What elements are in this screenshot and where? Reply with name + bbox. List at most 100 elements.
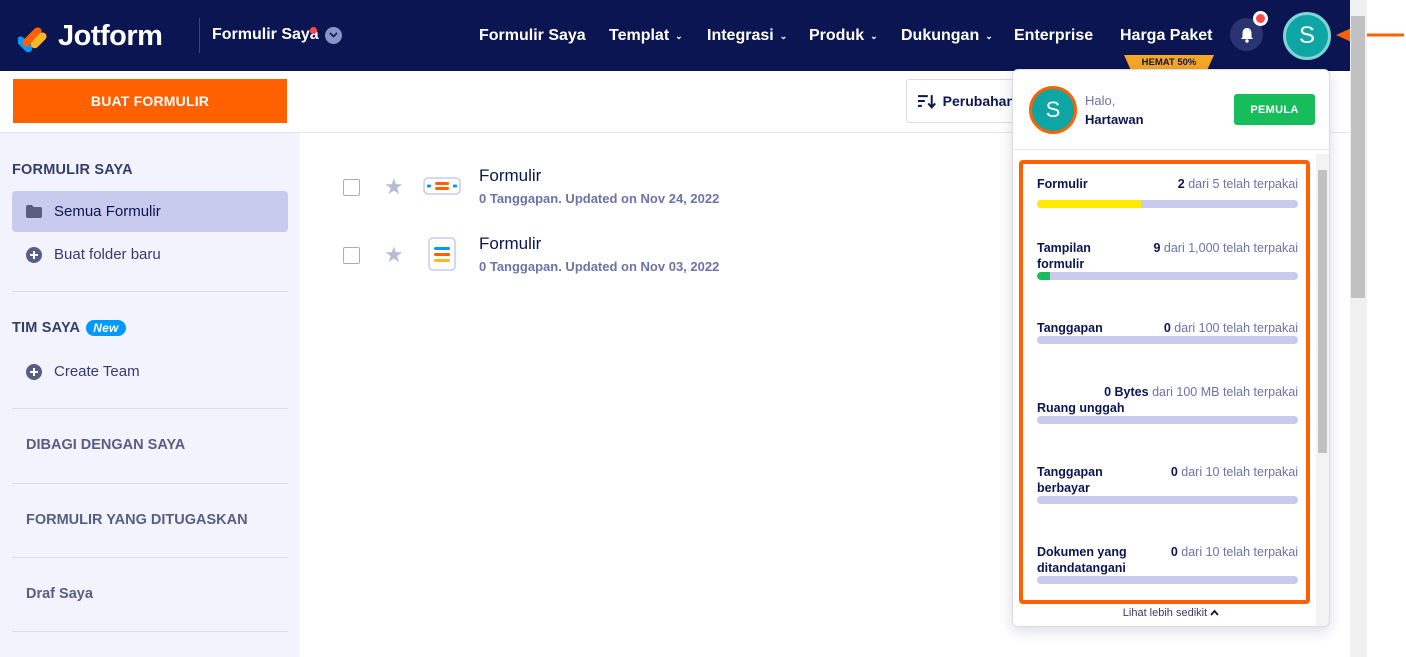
usage-count-value: 0 Bytes xyxy=(1104,385,1149,399)
sidebar-item-all-forms[interactable]: Semua Formulir xyxy=(12,191,288,232)
caret-down-icon: ⌄ xyxy=(985,30,993,41)
sidebar-item-create-team[interactable]: Create Team xyxy=(12,351,288,392)
nav-products[interactable]: Produk ⌄ xyxy=(809,27,878,45)
avatar-initial: S xyxy=(1298,22,1315,49)
plus-circle-icon xyxy=(26,363,42,380)
usage-count-value: 0 xyxy=(1163,321,1171,335)
star-icon[interactable]: ★ xyxy=(384,174,404,200)
sidebar-item-label: Buat folder baru xyxy=(54,246,161,263)
account-avatar-button[interactable]: S xyxy=(1283,12,1331,60)
nav-pricing[interactable]: Harga Paket xyxy=(1120,27,1213,45)
usage-label: Tanggapan berbayar xyxy=(1037,465,1103,495)
usage-count-value: 2 xyxy=(1177,177,1185,191)
nav-label: Templat xyxy=(609,27,670,44)
usage-bar xyxy=(1037,200,1298,208)
usage-label: Dokumen yang ditandatangani xyxy=(1037,545,1127,575)
usage-count-value: 9 xyxy=(1153,241,1161,255)
form-title[interactable]: Formulir xyxy=(479,234,541,254)
jotform-logo-icon xyxy=(18,26,47,52)
usage-count: 0 dari 10 telah terpakai xyxy=(1171,464,1298,480)
sort-label: Perubahan xyxy=(942,93,1015,109)
nav-label: Enterprise xyxy=(1014,27,1094,44)
account-dropdown: S Halo, Hartawan PEMULA Formulir 2 dari … xyxy=(1012,69,1330,627)
usage-panel: Formulir 2 dari 5 telah terpakai Tampila… xyxy=(1019,160,1310,604)
nav-templates[interactable]: Templat ⌄ xyxy=(609,27,683,45)
usage-count-value: 0 xyxy=(1170,545,1178,559)
sidebar-item-assigned[interactable]: FORMULIR YANG DITUGASKAN xyxy=(26,512,248,528)
plan-button[interactable]: PEMULA xyxy=(1234,94,1315,125)
usage-label: Formulir xyxy=(1037,177,1088,191)
nav-divider xyxy=(199,18,200,53)
chevron-up-icon xyxy=(1210,609,1219,616)
sidebar-divider xyxy=(12,408,288,409)
sort-icon xyxy=(917,95,936,109)
sidebar-divider xyxy=(12,631,288,632)
usage-bar xyxy=(1037,576,1298,584)
usage-limit: dari 1,000 telah terpakai xyxy=(1163,241,1298,255)
usage-count-value: 0 xyxy=(1170,465,1178,479)
usage-count: 0 dari 100 telah terpakai xyxy=(1164,320,1298,336)
caret-down-icon: ⌄ xyxy=(779,30,788,41)
form-checkbox[interactable] xyxy=(343,179,360,196)
account-header: S Halo, Hartawan PEMULA xyxy=(1013,70,1329,150)
sort-button[interactable]: Perubahan xyxy=(906,79,1016,123)
page-scrollbar-thumb[interactable] xyxy=(1351,16,1365,298)
form-meta: 0 Tanggapan. Updated on Nov 24, 2022 xyxy=(479,191,720,206)
nav-integrations[interactable]: Integrasi ⌄ xyxy=(707,27,787,45)
usage-count: 9 dari 1,000 telah terpakai xyxy=(1153,240,1298,256)
notification-dot xyxy=(310,27,317,34)
forms-switcher[interactable]: Formulir Saya xyxy=(212,26,342,44)
caret-down-icon: ⌄ xyxy=(870,30,878,41)
account-avatar: S xyxy=(1029,86,1077,134)
sidebar-item-shared[interactable]: DIBAGI DENGAN SAYA xyxy=(26,437,185,453)
nav-support[interactable]: Dukungan ⌄ xyxy=(901,27,993,45)
sidebar-divider xyxy=(12,483,288,484)
nav-my-forms[interactable]: Formulir Saya xyxy=(479,27,586,45)
jotform-logo[interactable]: Jotform xyxy=(18,20,163,53)
sidebar-divider xyxy=(12,557,288,558)
usage-bar xyxy=(1037,496,1298,504)
form-list-item[interactable]: ★ Formulir 0 Tanggapan. Updated on Nov 0… xyxy=(343,234,993,284)
card-form-icon xyxy=(423,177,461,195)
forms-switcher-label: Formulir Saya xyxy=(212,26,319,43)
usage-bar-fill xyxy=(1037,272,1051,280)
usage-limit: dari 100 telah terpakai xyxy=(1174,321,1298,335)
form-meta: 0 Tanggapan. Updated on Nov 03, 2022 xyxy=(479,259,720,274)
team-heading: TIM SAYA New xyxy=(12,320,126,336)
usage-label: Ruang unggah xyxy=(1037,401,1125,415)
dropdown-scrollbar-thumb[interactable] xyxy=(1318,170,1327,453)
nav-label: Dukungan xyxy=(901,27,980,44)
usage-limit: dari 10 telah terpakai xyxy=(1181,545,1298,559)
top-navbar: Jotform Formulir Saya Formulir Saya Temp… xyxy=(0,0,1350,71)
brand-name: Jotform xyxy=(58,20,163,52)
notification-badge xyxy=(1253,11,1268,26)
usage-bar xyxy=(1037,272,1298,280)
form-checkbox[interactable] xyxy=(343,247,360,264)
sidebar-item-new-folder[interactable]: Buat folder baru xyxy=(12,234,288,275)
my-forms-heading: FORMULIR SAYA xyxy=(12,162,133,178)
show-less-label: Lihat lebih sedikit xyxy=(1122,607,1208,619)
sidebar-item-drafts[interactable]: Draf Saya xyxy=(26,586,93,602)
classic-form-icon xyxy=(428,237,456,271)
usage-count: 0 Bytes dari 100 MB telah terpakai xyxy=(1104,384,1298,400)
create-form-button[interactable]: BUAT FORMULIR xyxy=(13,79,287,123)
usage-bar xyxy=(1037,416,1298,424)
nav-enterprise[interactable]: Enterprise xyxy=(1014,27,1093,45)
show-less-link[interactable]: Lihat lebih sedikit xyxy=(1013,607,1329,619)
usage-limit: dari 100 MB telah terpakai xyxy=(1152,385,1298,399)
page: Jotform Formulir Saya Formulir Saya Temp… xyxy=(0,0,1406,657)
sidebar-item-label: Semua Formulir xyxy=(54,203,161,220)
new-badge: New xyxy=(86,320,126,336)
usage-count: 0 dari 10 telah terpakai xyxy=(1171,544,1298,560)
avatar-initial: S xyxy=(1045,97,1061,122)
chevron-down-icon xyxy=(324,26,342,44)
sidebar-item-label: Create Team xyxy=(54,363,140,380)
form-title[interactable]: Formulir xyxy=(479,166,541,186)
star-icon[interactable]: ★ xyxy=(384,242,404,268)
nav-label: Integrasi xyxy=(707,27,774,44)
arrow-annotation-icon xyxy=(1336,26,1404,44)
nav-label: Harga Paket xyxy=(1120,27,1213,44)
form-list-item[interactable]: ★ Formulir 0 Tanggapan. Updated on Nov 2… xyxy=(343,166,993,216)
usage-count: 2 dari 5 telah terpakai xyxy=(1178,176,1298,192)
usage-limit: dari 10 telah terpakai xyxy=(1181,465,1298,479)
